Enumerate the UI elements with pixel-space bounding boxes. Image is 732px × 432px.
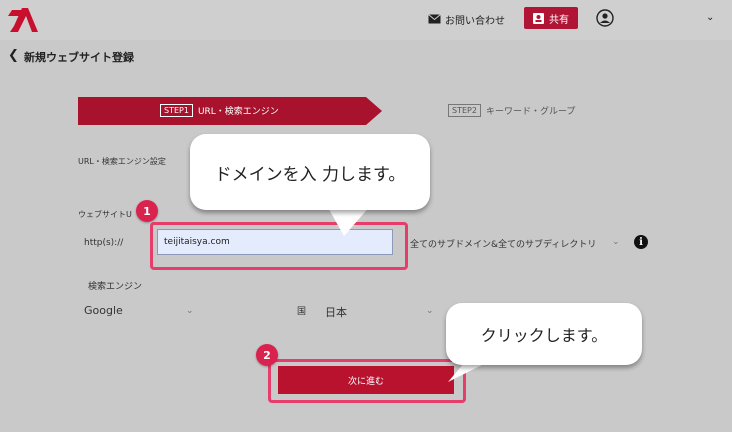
top-header [0,0,732,40]
step1-badge: STEP1 [160,104,193,117]
account-icon[interactable] [596,9,614,27]
share-button[interactable]: 共有 [524,7,578,29]
step2-badge: STEP2 [448,104,481,117]
next-button[interactable]: 次に進む [278,366,454,394]
chevron-down-icon[interactable]: ⌄ [426,306,434,316]
app-logo[interactable] [8,6,38,34]
step2-label: キーワード・グループ [485,107,576,117]
protocol-label: http(s):// [84,238,124,248]
section-label: URL・検索エンジン設定 [78,157,166,166]
callout-click: クリックします。 [446,303,642,365]
website-label: ウェブサイトU [78,210,132,219]
step-marker-1: 1 [136,200,158,222]
chevron-down-icon[interactable]: ⌄ [706,12,714,23]
engine-select[interactable]: Google [84,304,123,317]
step1-label: URL・検索エンジン [197,107,279,117]
contact-link[interactable]: お問い合わせ [428,10,505,28]
page-title: 新規ウェブサイト登録 [24,51,134,64]
scope-select[interactable]: 全てのサブドメイン&全てのサブディレクトリ [410,237,596,250]
info-icon[interactable]: i [634,235,648,249]
domain-input[interactable]: teijitaisya.com [157,229,393,255]
step2-tab[interactable]: STEP2 キーワード・グループ [448,104,575,117]
country-select[interactable]: 日本 [325,304,347,320]
engine-label: 検索エンジン [88,282,143,292]
back-icon[interactable]: ❮ [8,48,19,63]
share-label: 共有 [549,14,569,26]
country-icon: 国 [297,307,307,317]
chevron-down-icon[interactable]: ⌄ [612,237,620,247]
step-marker-2: 2 [256,344,278,366]
step1-label-group: STEP1 URL・検索エンジン [160,104,279,117]
callout-enter-domain: ドメインを入 力します。 [190,134,430,210]
contact-label: お問い合わせ [445,15,505,27]
chevron-down-icon[interactable]: ⌄ [186,306,194,316]
badge-icon [533,13,544,24]
mail-icon [428,14,441,24]
